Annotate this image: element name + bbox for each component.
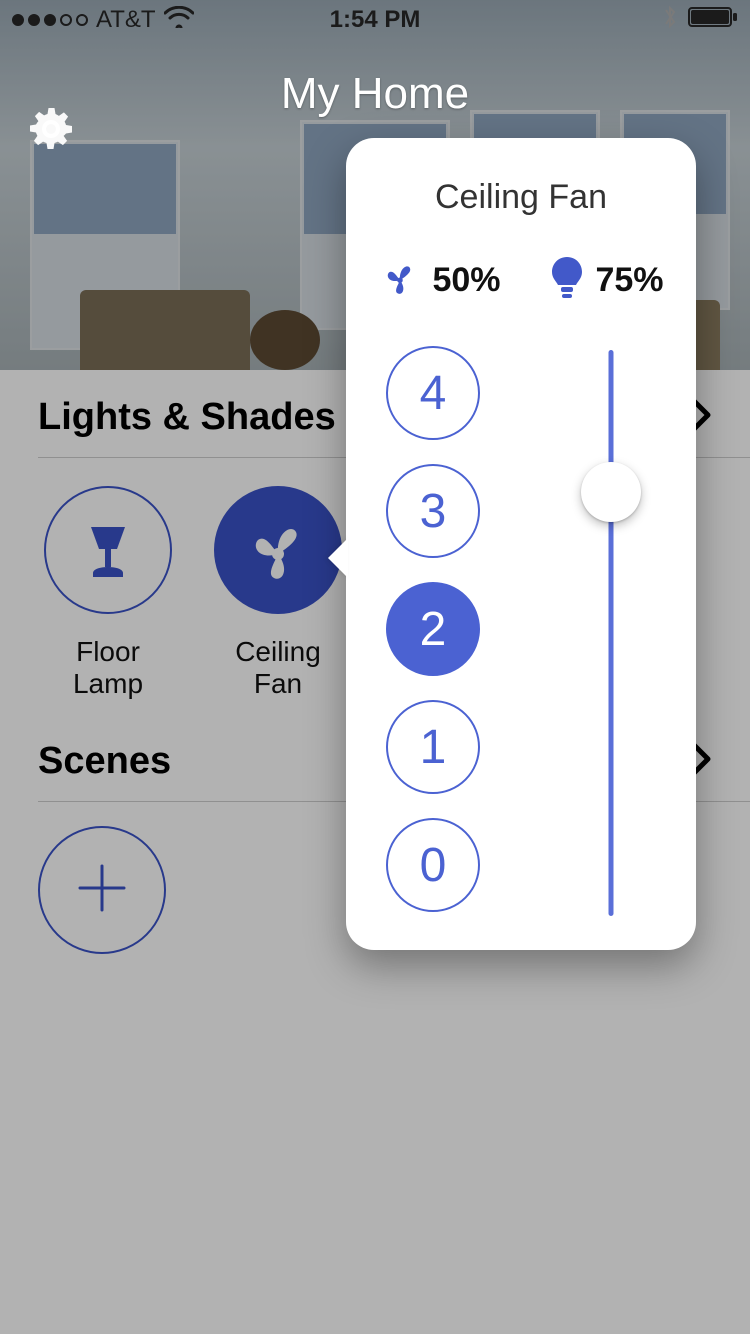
lights-shades-title: Lights & Shades [38,396,336,439]
header: My Home [0,44,750,144]
slider-thumb[interactable] [581,462,641,522]
popover-metrics: 50% 75% [346,255,696,306]
fan-control-popover: Ceiling Fan 50% [346,138,696,950]
page-title: My Home [281,69,469,119]
fan-speed-0-button[interactable]: 0 [386,818,480,912]
popover-title: Ceiling Fan [346,138,696,217]
fan-speed-2-button[interactable]: 2 [386,582,480,676]
device-floor-lamp[interactable]: Floor Lamp [38,486,178,700]
add-scene-button[interactable] [38,826,166,954]
bluetooth-icon [662,4,678,37]
light-brightness-slider[interactable] [556,340,666,926]
device-ceiling-fan[interactable]: Ceiling Fan [208,486,348,700]
wifi-icon [164,6,194,35]
carrier-label: AT&T [96,6,156,34]
fan-speed-4-button[interactable]: 4 [386,346,480,440]
fan-speed-value: 50% [432,261,500,300]
gear-icon [22,145,80,162]
fan-speed-selector: 4 3 2 1 0 [386,340,480,926]
lamp-icon [44,486,172,614]
light-level-metric: 75% [549,255,663,306]
slider-track [609,350,614,916]
status-bar: AT&T 1:54 PM [0,0,750,40]
light-level-value: 75% [595,261,663,300]
battery-icon [688,6,738,35]
plus-icon [72,858,132,923]
fan-icon [214,486,342,614]
popover-arrow [328,538,348,578]
settings-button[interactable] [22,100,80,158]
fan-icon [378,256,422,305]
fan-speed-3-button[interactable]: 3 [386,464,480,558]
device-label: Ceiling Fan [208,636,348,700]
scenes-title: Scenes [38,740,171,783]
fan-speed-1-button[interactable]: 1 [386,700,480,794]
cell-signal-icon [12,14,88,26]
clock: 1:54 PM [330,6,421,34]
device-label: Floor Lamp [38,636,178,700]
fan-speed-metric: 50% [378,256,500,305]
bulb-icon [549,255,585,306]
